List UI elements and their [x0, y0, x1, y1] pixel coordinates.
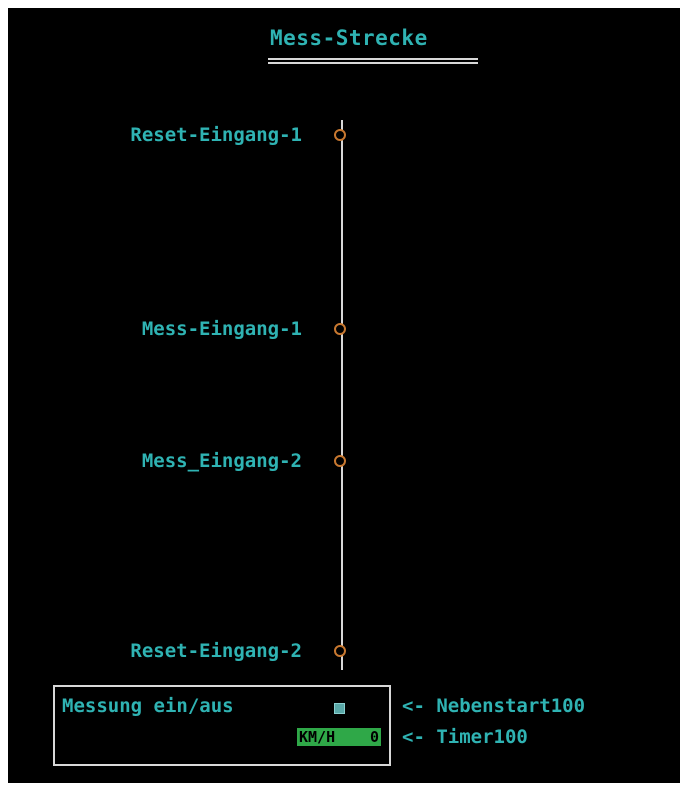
title-underline	[268, 58, 478, 64]
track-line	[341, 120, 343, 670]
sensor-reset-1-icon[interactable]	[334, 129, 346, 141]
page-title: Mess-Strecke	[270, 26, 428, 50]
timer-arrow-label: <- Timer100	[402, 726, 528, 748]
measurement-toggle-label: Messung ein/aus	[62, 695, 234, 717]
measurement-toggle-button[interactable]	[334, 703, 345, 714]
speed-value: 0	[369, 728, 379, 746]
sensor-mess-1-icon[interactable]	[334, 323, 346, 335]
sensor-mess-2-icon[interactable]	[334, 455, 346, 467]
sensor-label-reset-2: Reset-Eingang-2	[130, 640, 302, 662]
speed-unit: KM/H	[299, 728, 336, 746]
sensor-reset-2-icon[interactable]	[334, 645, 346, 657]
sensor-label-mess-2: Mess_Eingang-2	[141, 450, 302, 472]
speed-display: KM/H 0	[297, 728, 381, 746]
sensor-label-reset-1: Reset-Eingang-1	[130, 124, 302, 146]
sensor-label-mess-1: Mess-Eingang-1	[141, 318, 302, 340]
nebenstart-arrow-label: <- Nebenstart100	[402, 695, 586, 717]
